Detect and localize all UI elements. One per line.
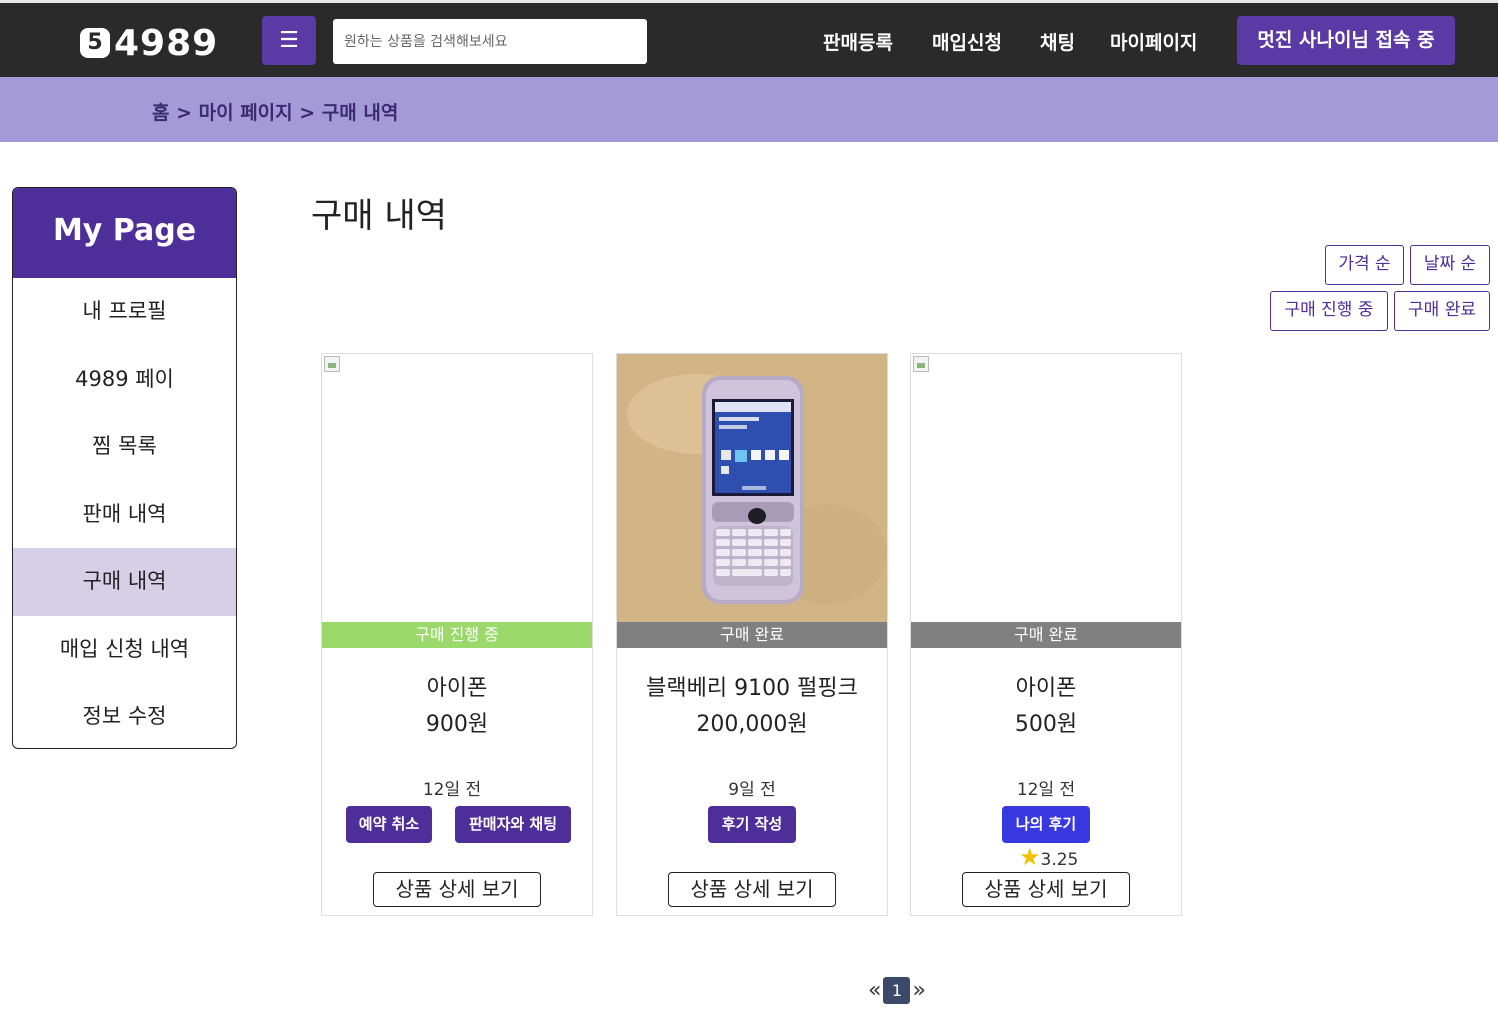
broken-image-icon bbox=[324, 356, 340, 372]
filter-in-progress-button[interactable]: 구매 진행 중 bbox=[1270, 291, 1388, 331]
product-detail-button[interactable]: 상품 상세 보기 bbox=[962, 872, 1130, 907]
filter-completed-button[interactable]: 구매 완료 bbox=[1394, 291, 1490, 331]
product-image bbox=[617, 354, 887, 622]
purchase-date: 9일 전 bbox=[728, 780, 776, 800]
product-price: 900원 bbox=[425, 712, 489, 737]
purchase-date: 12일 전 bbox=[422, 780, 482, 800]
logo-text: 4989 bbox=[114, 22, 219, 64]
purchase-date: 12일 전 bbox=[1016, 780, 1076, 800]
sidebar-title: My Page bbox=[13, 188, 236, 278]
product-image bbox=[911, 354, 1181, 622]
sidebar-item-buy-requests[interactable]: 매입 신청 내역 bbox=[13, 616, 236, 684]
review-rating: ★3.25 bbox=[1019, 843, 1078, 871]
sidebar-item-sales[interactable]: 판매 내역 bbox=[13, 481, 236, 549]
user-status-button[interactable]: 멋진 사나이님 접속 중 bbox=[1237, 16, 1455, 65]
logo[interactable]: 5 4989 bbox=[80, 22, 219, 64]
breadcrumb: 홈 > 마이 페이지 > 구매 내역 bbox=[152, 102, 399, 124]
phone-photo bbox=[617, 354, 887, 622]
sort-date-button[interactable]: 날짜 순 bbox=[1410, 245, 1490, 285]
product-price: 200,000원 bbox=[696, 712, 808, 737]
product-card: 구매 완료 아이폰 500원 12일 전 나의 후기 ★3.25 상품 상세 보… bbox=[910, 353, 1182, 916]
status-badge: 구매 완료 bbox=[911, 622, 1181, 648]
menu-button[interactable]: ☰ bbox=[262, 16, 316, 65]
nav-purchase-request[interactable]: 매입신청 bbox=[932, 28, 1002, 55]
rating-value: 3.25 bbox=[1040, 850, 1079, 870]
chat-seller-button[interactable]: 판매자와 채팅 bbox=[455, 806, 571, 843]
product-name: 아이폰 bbox=[1015, 676, 1077, 701]
sidebar-item-pay[interactable]: 4989 페이 bbox=[13, 346, 236, 414]
my-review-button[interactable]: 나의 후기 bbox=[1002, 806, 1090, 843]
page-title: 구매 내역 bbox=[311, 196, 447, 236]
status-badge: 구매 완료 bbox=[617, 622, 887, 648]
product-detail-button[interactable]: 상품 상세 보기 bbox=[373, 872, 541, 907]
star-icon: ★ bbox=[1019, 843, 1041, 871]
product-detail-button[interactable]: 상품 상세 보기 bbox=[668, 872, 836, 907]
nav-sell-register[interactable]: 판매등록 bbox=[823, 28, 893, 55]
top-navbar: 5 4989 ☰ 판매등록 매입신청 채팅 마이페이지 멋진 사나이님 접속 중 bbox=[0, 0, 1498, 77]
logo-icon: 5 bbox=[80, 28, 110, 58]
product-name: 블랙베리 9100 펄핑크 bbox=[646, 676, 858, 701]
status-badge: 구매 진행 중 bbox=[322, 622, 592, 648]
product-card: 구매 완료 블랙베리 9100 펄핑크 200,000원 9일 전 후기 작성 … bbox=[616, 353, 888, 916]
write-review-button[interactable]: 후기 작성 bbox=[708, 806, 796, 843]
product-name: 아이폰 bbox=[426, 676, 488, 701]
hamburger-icon: ☰ bbox=[279, 28, 299, 53]
next-page-icon[interactable]: » bbox=[912, 978, 925, 1003]
product-card: 구매 진행 중 아이폰 900원 12일 전 예약 취소 판매자와 채팅 상품 … bbox=[321, 353, 593, 916]
sort-price-button[interactable]: 가격 순 bbox=[1325, 245, 1404, 285]
sidebar-item-purchases[interactable]: 구매 내역 bbox=[13, 548, 236, 616]
sidebar-item-wishlist[interactable]: 찜 목록 bbox=[13, 413, 236, 481]
sidebar-item-edit-info[interactable]: 정보 수정 bbox=[13, 683, 236, 748]
pagination: « 1 » bbox=[866, 976, 928, 1004]
product-image bbox=[322, 354, 592, 622]
nav-mypage[interactable]: 마이페이지 bbox=[1110, 28, 1197, 55]
broken-image-icon bbox=[913, 356, 929, 372]
page-number-current[interactable]: 1 bbox=[883, 976, 911, 1004]
mypage-sidebar: My Page 내 프로필 4989 페이 찜 목록 판매 내역 구매 내역 매… bbox=[12, 187, 237, 749]
cancel-reservation-button[interactable]: 예약 취소 bbox=[346, 806, 432, 843]
product-price: 500원 bbox=[1014, 712, 1078, 737]
sidebar-item-profile[interactable]: 내 프로필 bbox=[13, 278, 236, 346]
prev-page-icon[interactable]: « bbox=[868, 978, 881, 1003]
breadcrumb-bar: 홈 > 마이 페이지 > 구매 내역 bbox=[0, 77, 1498, 142]
nav-chat[interactable]: 채팅 bbox=[1040, 28, 1075, 55]
search-input[interactable] bbox=[333, 19, 647, 64]
